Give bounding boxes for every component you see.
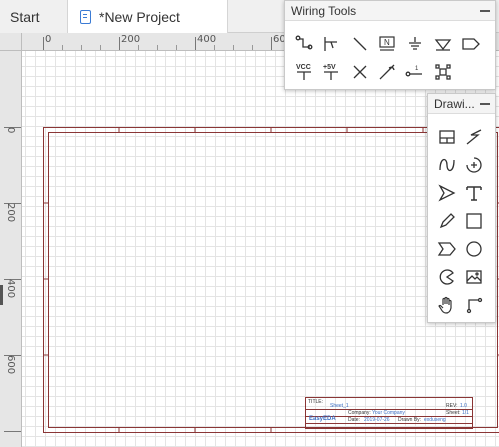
drawing-tools-panel[interactable]: Drawi... <box>427 93 496 323</box>
minimize-icon[interactable] <box>480 103 490 105</box>
schematic-document-icon <box>80 9 91 24</box>
net-port-tool-icon[interactable] <box>403 33 427 55</box>
svg-text:1: 1 <box>415 66 419 72</box>
arc-tool-icon[interactable] <box>462 154 486 176</box>
wire-tool-icon[interactable] <box>292 33 316 55</box>
circle-tool-icon[interactable] <box>462 238 486 260</box>
tab-new-project[interactable]: *New Project <box>68 0 228 33</box>
ruler-label-v400: 400 <box>5 279 16 299</box>
title-value: Sheet_1 <box>330 403 349 409</box>
pie-tool-icon[interactable] <box>435 266 459 288</box>
table-tool-icon[interactable] <box>435 126 459 148</box>
text-tool-icon[interactable] <box>462 182 486 204</box>
sheet-label: Sheet: <box>446 410 461 416</box>
bus-entry-tool-icon[interactable] <box>348 33 372 55</box>
image-tool-icon[interactable] <box>462 266 486 288</box>
polygon-tool-icon[interactable] <box>435 238 459 260</box>
arrow-tool-icon[interactable] <box>435 182 459 204</box>
ruler-corner <box>0 33 22 51</box>
title-block-divider <box>306 423 472 424</box>
drag-hand-icon[interactable] <box>435 294 459 316</box>
plus5v-tool-icon[interactable]: +5V <box>319 61 343 83</box>
title-block[interactable]: TITLE: Sheet_1 REV: 1.0 EasyEDA Company:… <box>305 397 473 429</box>
drawing-tools-title: Drawi... <box>434 96 475 111</box>
ruler-label-v600: 600 <box>5 355 16 375</box>
tab-start[interactable]: Start <box>0 0 68 33</box>
connector-tool-icon[interactable] <box>462 294 486 316</box>
date-label: Date: <box>348 417 360 423</box>
drawing-tools-header[interactable]: Drawi... <box>428 94 495 114</box>
ruler-label-v200: 200 <box>5 203 16 223</box>
drawn-by-label: Drawn By: <box>398 417 422 423</box>
company-value: Your Company <box>372 410 405 416</box>
tab-project-label: *New Project <box>99 8 180 25</box>
ground-tool-icon[interactable] <box>431 33 455 55</box>
line-tool-icon[interactable] <box>462 126 486 148</box>
minimize-icon[interactable] <box>480 10 490 12</box>
tab-start-label: Start <box>10 8 40 25</box>
wiring-tools-header[interactable]: Wiring Tools <box>285 1 495 21</box>
vertical-ruler[interactable]: 0 200 400 600 <box>0 51 22 447</box>
vcc-tool-icon[interactable]: VCC <box>292 61 316 83</box>
company-label: Company: <box>348 410 371 416</box>
date-value: 2019-07-26 <box>364 417 390 423</box>
rectangle-tool-icon[interactable] <box>462 210 486 232</box>
svg-text:N: N <box>384 38 390 47</box>
ruler-label-400: 400 <box>197 34 217 45</box>
easyeda-logo: EasyEDA <box>309 416 336 422</box>
rev-label: REV: <box>446 403 458 409</box>
bus-tool-icon[interactable] <box>319 33 343 55</box>
rev-value: 1.0 <box>460 403 467 409</box>
group-tool-icon[interactable] <box>431 61 455 83</box>
wiring-tools-title: Wiring Tools <box>291 3 357 18</box>
svg-text:+5V: +5V <box>323 64 336 71</box>
ruler-position-marker <box>0 285 3 305</box>
drawn-by-value: exduseng <box>424 417 446 423</box>
freehand-tool-icon[interactable] <box>435 210 459 232</box>
pin-tool-icon[interactable]: 1 <box>403 61 427 83</box>
title-label: TITLE: <box>308 399 324 405</box>
net-flag-tool-icon[interactable] <box>459 33 483 55</box>
bezier-tool-icon[interactable] <box>435 154 459 176</box>
no-connect-tool-icon[interactable] <box>348 61 372 83</box>
ruler-label-v0: 0 <box>5 127 16 134</box>
sheet-value: 1/1 <box>462 410 469 416</box>
svg-text:VCC: VCC <box>296 64 311 71</box>
ruler-label-200: 200 <box>121 34 141 45</box>
ruler-label-0: 0 <box>45 34 52 45</box>
voltage-probe-tool-icon[interactable] <box>375 61 399 83</box>
net-label-tool-icon[interactable]: N <box>375 33 399 55</box>
wiring-tools-panel[interactable]: Wiring Tools N VCC +5V 1 <box>284 0 496 90</box>
